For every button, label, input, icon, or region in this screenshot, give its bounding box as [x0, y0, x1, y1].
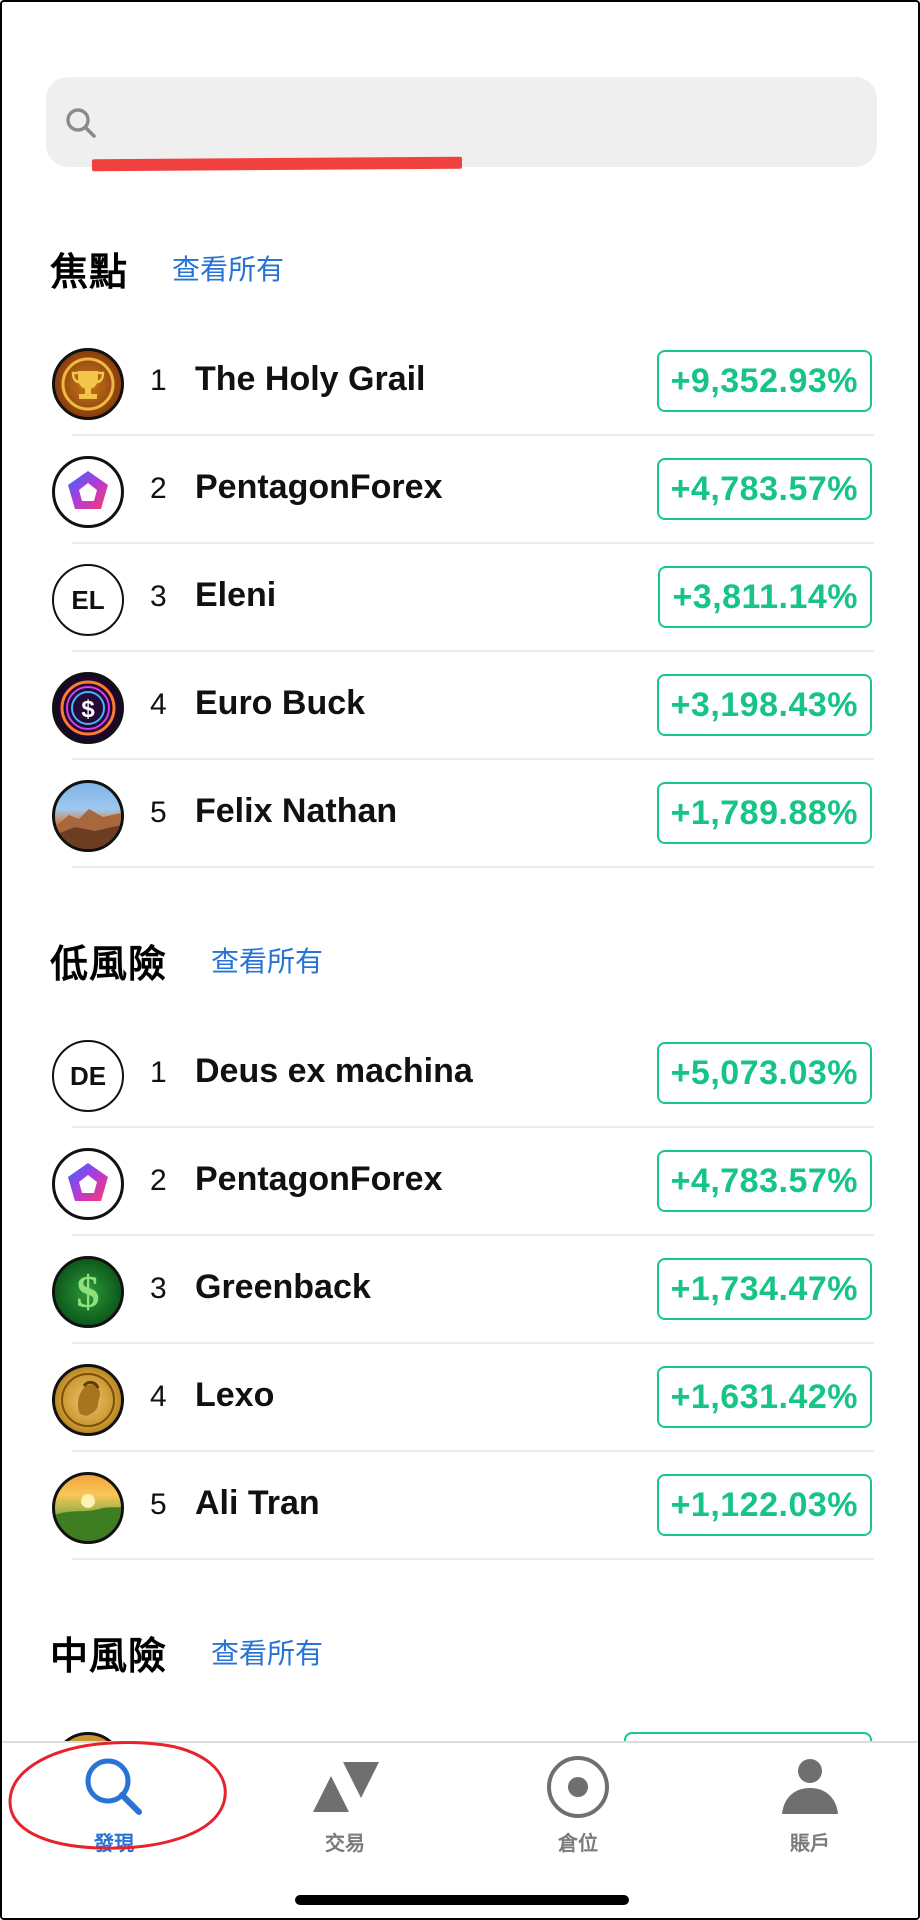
- pentagon-logo-avatar: [52, 1148, 124, 1220]
- rank-number: 4: [150, 688, 167, 721]
- search-bar[interactable]: [46, 77, 877, 167]
- return-badge: +9,352.93%: [656, 350, 872, 412]
- tab-label: 交易: [325, 1831, 365, 1855]
- list-item[interactable]: EL 3 Eleni +3,811.14%: [50, 544, 874, 652]
- trader-name: Deus ex machina: [195, 1052, 473, 1090]
- rank-number: 3: [150, 1272, 167, 1305]
- divider: [72, 866, 874, 868]
- tab-label: 倉位: [558, 1831, 598, 1855]
- list-item[interactable]: DE 1 Deus ex machina +5,073.03%: [50, 1020, 874, 1128]
- tab-trade[interactable]: 交易: [265, 1753, 425, 1863]
- sunset-photo-avatar: [52, 1472, 124, 1544]
- view-all-link[interactable]: 查看所有: [211, 1632, 323, 1672]
- list-item[interactable]: 2 PentagonForex +4,783.57%: [50, 436, 874, 544]
- trade-triangles-icon: [305, 1753, 385, 1821]
- tab-label: 賬戶: [790, 1831, 830, 1855]
- person-icon: [770, 1753, 850, 1821]
- home-indicator: [295, 1895, 629, 1905]
- view-all-link[interactable]: 查看所有: [172, 248, 284, 288]
- return-badge: +4,783.57%: [656, 458, 872, 520]
- section-title: 低風險: [50, 941, 168, 986]
- list-item[interactable]: 4 Lexo +1,631.42%: [50, 1344, 874, 1452]
- pentagon-logo-icon: [68, 1163, 108, 1201]
- trophy-avatar: [52, 348, 124, 420]
- trader-name: Euro Buck: [195, 684, 366, 722]
- trader-name: PentagonForex: [195, 1160, 443, 1198]
- rank-number: 2: [150, 1164, 167, 1197]
- dollar-sign-icon: $: [77, 1266, 100, 1317]
- tab-positions[interactable]: 倉位: [498, 1753, 658, 1863]
- return-badge: +3,198.43%: [656, 674, 872, 736]
- section-title: 焦點: [50, 249, 129, 294]
- section-header-low-risk: 低風險 查看所有: [50, 930, 323, 990]
- search-icon: [66, 108, 96, 138]
- app-screen: 焦點 查看所有 1 The Holy Grail +9,352.93% 2 Pe…: [0, 0, 920, 1920]
- return-badge: +1,734.47%: [656, 1258, 872, 1320]
- rank-number: 5: [150, 1488, 167, 1521]
- gold-coin-avatar: [52, 1364, 124, 1436]
- return-badge: +1,789.88%: [656, 782, 872, 844]
- rank-number: 5: [150, 796, 167, 829]
- return-badge: +1,631.42%: [656, 1366, 872, 1428]
- red-circle-annotation: [8, 1741, 227, 1850]
- pentagon-logo-avatar: [52, 456, 124, 528]
- mountain-photo-avatar: [52, 780, 124, 852]
- return-badge: +3,811.14%: [658, 566, 872, 628]
- svg-text:$: $: [81, 696, 95, 723]
- search-input[interactable]: [118, 97, 842, 149]
- sunset-icon: [55, 1494, 121, 1541]
- pentagon-logo-icon: [68, 471, 108, 509]
- trader-name: Felix Nathan: [195, 792, 398, 830]
- section-header-medium-risk: 中風險 查看所有: [50, 1622, 323, 1682]
- trader-name: Lexo: [195, 1376, 275, 1414]
- initials-avatar: EL: [52, 564, 124, 636]
- trader-name: Eleni: [195, 576, 277, 614]
- rank-number: 1: [150, 364, 167, 397]
- neon-coin-avatar: $: [52, 672, 124, 744]
- dollar-sign-avatar: $: [52, 1256, 124, 1328]
- trophy-icon: [61, 357, 115, 411]
- list-item[interactable]: 5 Ali Tran +1,122.03%: [50, 1452, 874, 1560]
- tab-account[interactable]: 賬戶: [730, 1753, 890, 1863]
- section-header-focus: 焦點 查看所有: [50, 238, 284, 298]
- view-all-link[interactable]: 查看所有: [211, 940, 323, 980]
- mountain-icon: [55, 809, 121, 849]
- trader-name: The Holy Grail: [195, 360, 426, 398]
- red-underline-annotation: [91, 156, 463, 172]
- return-badge: +1,122.03%: [656, 1474, 872, 1536]
- rank-number: 3: [150, 580, 167, 613]
- trader-name: Greenback: [195, 1268, 371, 1306]
- coin-profile-icon: [61, 1373, 115, 1427]
- rank-number: 2: [150, 472, 167, 505]
- list-item[interactable]: $ 4 Euro Buck +3,198.43%: [50, 652, 874, 760]
- list-item[interactable]: 5 Felix Nathan +1,789.88%: [50, 760, 874, 868]
- neon-dollar-icon: $: [60, 680, 116, 736]
- avatar-initials: EL: [71, 584, 105, 615]
- divider: [72, 1558, 874, 1560]
- rank-number: 4: [150, 1380, 167, 1413]
- rank-number: 1: [150, 1056, 167, 1089]
- initials-avatar: DE: [52, 1040, 124, 1112]
- avatar-initials: DE: [69, 1060, 107, 1091]
- list-item[interactable]: 2 PentagonForex +4,783.57%: [50, 1128, 874, 1236]
- return-badge: +4,783.57%: [656, 1150, 872, 1212]
- trader-name: Ali Tran: [195, 1484, 320, 1522]
- trader-name: PentagonForex: [195, 468, 443, 506]
- list-item[interactable]: $ 3 Greenback +1,734.47%: [50, 1236, 874, 1344]
- return-badge: +5,073.03%: [656, 1042, 872, 1104]
- target-circle-icon: [538, 1753, 618, 1821]
- list-item[interactable]: 1 The Holy Grail +9,352.93%: [50, 328, 874, 436]
- svg-text:$: $: [77, 1266, 100, 1317]
- section-title: 中風險: [50, 1633, 168, 1678]
